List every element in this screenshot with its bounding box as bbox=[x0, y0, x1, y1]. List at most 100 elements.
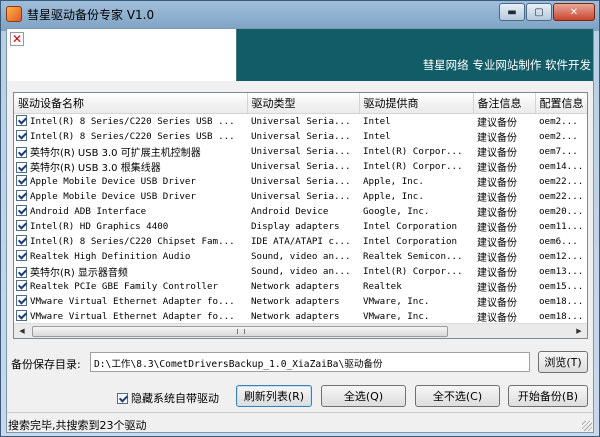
table-row[interactable]: 英特尔(R) USB 3.0 根集线器 Universal Seria... Int… bbox=[14, 159, 587, 174]
scroll-right-icon[interactable]: ▶ bbox=[571, 324, 587, 338]
driver-inf-cell: oem22... bbox=[539, 190, 584, 202]
browse-button[interactable]: 浏览(T) bbox=[538, 351, 588, 373]
hide-system-drivers-checkbox[interactable]: 隐藏系统自带驱动 bbox=[117, 390, 219, 406]
banner-ad[interactable]: 彗星网络 专业网站制作 软件开发 bbox=[238, 29, 593, 81]
resize-grip-icon[interactable] bbox=[582, 421, 592, 431]
driver-name-text: VMware Virtual Ethernet Adapter fo... bbox=[30, 296, 235, 307]
driver-name-text: Realtek High Definition Audio bbox=[30, 251, 191, 262]
column-header-note[interactable]: 备注信息 bbox=[473, 93, 536, 114]
driver-provider-cell: Apple, Inc. bbox=[363, 190, 424, 202]
row-checkbox[interactable] bbox=[16, 161, 27, 173]
row-checkbox[interactable] bbox=[16, 220, 27, 231]
column-header-provider[interactable]: 驱动提供商 bbox=[359, 93, 474, 114]
driver-inf-cell: oem2... bbox=[539, 115, 578, 127]
driver-note-cell: 建议备份 bbox=[477, 282, 517, 294]
table-row[interactable]: 英特尔(R) 显示器音频 Sound, video an... Intel(R) C… bbox=[14, 264, 587, 279]
driver-note-cell: 建议备份 bbox=[477, 297, 517, 309]
driver-name-text: Intel(R) 8 Series/C220 Series USB ... bbox=[30, 131, 235, 142]
driver-name-text: 英特尔(R) 显示器音频 bbox=[30, 267, 128, 279]
driver-name-cell: Apple Mobile Device USB Driver bbox=[14, 189, 247, 204]
driver-inf-cell: oem13... bbox=[539, 265, 584, 277]
driver-provider-cell: VMware, Inc. bbox=[363, 295, 430, 307]
close-window-button[interactable]: ✕ bbox=[553, 3, 595, 21]
driver-note-cell: 建议备份 bbox=[477, 177, 517, 189]
row-checkbox[interactable] bbox=[16, 266, 27, 278]
driver-name-cell: Android ADB Interface bbox=[14, 204, 247, 219]
column-header-name[interactable]: 驱动设备名称 bbox=[14, 93, 248, 114]
row-checkbox[interactable] bbox=[16, 146, 27, 158]
backup-path-input[interactable]: D:\工作\8.3\CometDriversBackup_1.0_XiaZaiB… bbox=[90, 352, 530, 372]
row-checkbox[interactable] bbox=[16, 250, 27, 261]
column-header-type[interactable]: 驱动类型 bbox=[247, 93, 360, 114]
driver-inf-cell: oem12... bbox=[539, 250, 584, 262]
table-row[interactable]: Intel(R) 8 Series/C220 Chipset Fam... IDE… bbox=[14, 234, 587, 249]
driver-provider-cell: Realtek bbox=[363, 280, 402, 292]
minimize-button[interactable]: ▬ bbox=[499, 3, 525, 21]
driver-type-cell: Universal Seria... bbox=[251, 145, 351, 157]
driver-name-cell: Realtek High Definition Audio bbox=[14, 249, 247, 264]
banner-close-icon[interactable]: ✕ bbox=[10, 32, 24, 46]
row-checkbox[interactable] bbox=[16, 205, 27, 216]
row-checkbox[interactable] bbox=[16, 175, 27, 186]
table-row[interactable]: Intel(R) 8 Series/C220 Series USB ... Uni… bbox=[14, 113, 587, 129]
driver-name-text: Intel(R) 8 Series/C220 Series USB ... bbox=[30, 116, 235, 127]
driver-name-cell: Realtek PCIe GBE Family Controller bbox=[14, 279, 247, 294]
driver-provider-cell: Apple, Inc. bbox=[363, 175, 424, 187]
driver-provider-cell: Realtek Semicon... bbox=[363, 250, 463, 262]
driver-name-text: 英特尔(R) USB 3.0 根集线器 bbox=[30, 162, 161, 174]
driver-provider-cell: Intel(R) Corpor... bbox=[363, 145, 463, 157]
app-logo-icon bbox=[6, 6, 22, 22]
table-row[interactable]: Apple Mobile Device USB Driver Universal … bbox=[14, 174, 587, 189]
table-row[interactable]: Realtek High Definition Audio Sound, vide… bbox=[14, 249, 587, 264]
refresh-list-button[interactable]: 刷新列表(R) bbox=[236, 385, 312, 407]
checkbox-checked-icon[interactable] bbox=[117, 392, 128, 404]
select-all-button[interactable]: 全选(Q) bbox=[321, 385, 406, 407]
table-row[interactable]: VMware Virtual Ethernet Adapter fo... Net… bbox=[14, 294, 587, 309]
driver-inf-cell: oem2... bbox=[539, 130, 578, 142]
driver-type-cell: Network adapters bbox=[251, 295, 340, 307]
driver-inf-cell: oem14... bbox=[539, 160, 584, 172]
driver-name-text: Apple Mobile Device USB Driver bbox=[30, 176, 196, 187]
driver-list[interactable]: 驱动设备名称 驱动类型 驱动提供商 备注信息 配置信息 Intel(R) 8 S… bbox=[13, 92, 588, 339]
row-checkbox[interactable] bbox=[16, 310, 27, 321]
table-row[interactable]: Realtek PCIe GBE Family Controller Networ… bbox=[14, 279, 587, 294]
horizontal-scrollbar[interactable]: ◀ ▶ bbox=[14, 323, 587, 338]
driver-type-cell: Universal Seria... bbox=[251, 130, 351, 142]
table-row[interactable]: VMware Virtual Ethernet Adapter fo... Net… bbox=[14, 309, 587, 324]
start-backup-button[interactable]: 开始备份(B) bbox=[508, 385, 588, 407]
row-checkbox[interactable] bbox=[16, 115, 27, 126]
table-row[interactable]: Intel(R) HD Graphics 4400 Display adapter… bbox=[14, 219, 587, 234]
maximize-button[interactable]: ▢ bbox=[526, 3, 552, 21]
driver-type-cell: Network adapters bbox=[251, 280, 340, 292]
driver-note-cell: 建议备份 bbox=[477, 117, 517, 129]
driver-provider-cell: Intel(R) Corpor... bbox=[363, 160, 463, 172]
driver-name-cell: 英特尔(R) 显示器音频 bbox=[14, 264, 247, 279]
row-checkbox[interactable] bbox=[16, 130, 27, 141]
driver-type-cell: Android Device bbox=[251, 205, 329, 217]
select-none-button[interactable]: 全不选(C) bbox=[415, 385, 500, 407]
column-header-inf[interactable]: 配置信息 bbox=[535, 93, 587, 114]
scroll-left-icon[interactable]: ◀ bbox=[14, 324, 30, 338]
driver-name-text: Intel(R) HD Graphics 4400 bbox=[30, 221, 169, 232]
driver-name-text: Realtek PCIe GBE Family Controller bbox=[30, 281, 219, 292]
driver-type-cell: Network adapters bbox=[251, 310, 340, 322]
row-checkbox[interactable] bbox=[16, 280, 27, 291]
row-checkbox[interactable] bbox=[16, 235, 27, 246]
driver-note-cell: 建议备份 bbox=[477, 237, 517, 249]
driver-provider-cell: Google, Inc. bbox=[363, 205, 430, 217]
table-row[interactable]: 英特尔(R) USB 3.0 可扩展主机控制器 Universal Seria..… bbox=[14, 144, 587, 159]
driver-inf-cell: oem20... bbox=[539, 205, 584, 217]
row-checkbox[interactable] bbox=[16, 190, 27, 201]
table-row[interactable]: Android ADB Interface Android Device Googl… bbox=[14, 204, 587, 219]
driver-inf-cell: oem18... bbox=[539, 295, 584, 307]
table-row[interactable]: Apple Mobile Device USB Driver Universal … bbox=[14, 189, 587, 204]
driver-name-text: Android ADB Interface bbox=[30, 206, 147, 217]
row-checkbox[interactable] bbox=[16, 295, 27, 306]
driver-provider-cell: VMware, Inc. bbox=[363, 310, 430, 322]
table-row[interactable]: Intel(R) 8 Series/C220 Series USB ... Uni… bbox=[14, 129, 587, 144]
driver-provider-cell: Intel Corporation bbox=[363, 235, 458, 247]
hide-system-drivers-label: 隐藏系统自带驱动 bbox=[131, 392, 219, 405]
driver-note-cell: 建议备份 bbox=[477, 252, 517, 264]
driver-inf-cell: oem18... bbox=[539, 310, 584, 322]
scrollbar-thumb[interactable] bbox=[32, 326, 448, 337]
